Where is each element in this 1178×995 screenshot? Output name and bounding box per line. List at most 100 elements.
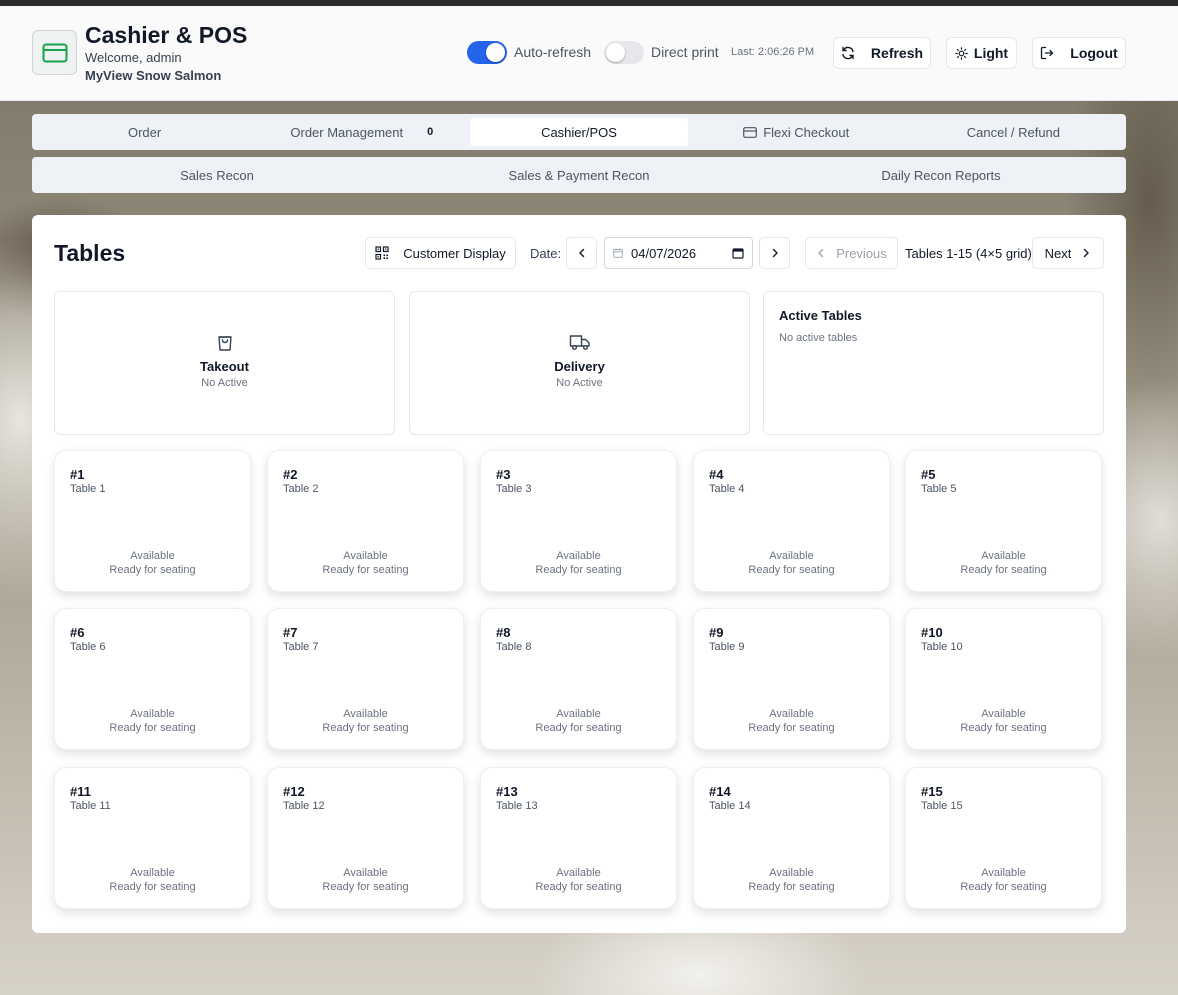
previous-page-button[interactable]: Previous [805, 237, 898, 269]
calendar-icon [613, 248, 623, 258]
table-card[interactable]: #9 Table 9 Available Ready for seating [693, 608, 890, 750]
recon-tabs: Sales Recon Sales & Payment Recon Daily … [32, 157, 1126, 193]
table-card[interactable]: #7 Table 7 Available Ready for seating [267, 608, 464, 750]
tab-label: Cashier/POS [541, 124, 617, 140]
table-number: #2 [283, 467, 298, 482]
next-day-button[interactable] [759, 237, 790, 269]
logout-button[interactable]: Logout [1032, 37, 1126, 69]
qr-code-icon [375, 246, 389, 260]
table-card[interactable]: #1 Table 1 Available Ready for seating [54, 450, 251, 592]
tab-cancel-refund[interactable]: Cancel / Refund [905, 118, 1122, 146]
table-name: Table 3 [496, 483, 532, 495]
chevron-left-icon [577, 248, 587, 258]
table-name: Table 5 [921, 483, 957, 495]
table-name: Table 10 [921, 641, 963, 653]
table-card[interactable]: #14 Table 14 Available Ready for seating [693, 767, 890, 909]
main-tabs: Order Order Management 0 Cashier/POS Flex… [32, 114, 1126, 150]
table-number: #9 [709, 625, 724, 640]
table-status: Available [343, 867, 388, 879]
table-status-sub: Ready for seating [109, 722, 196, 734]
table-card[interactable]: #6 Table 6 Available Ready for seating [54, 608, 251, 750]
table-status: Available [556, 867, 601, 879]
tab-sales-payment-recon[interactable]: Sales & Payment Recon [398, 161, 760, 189]
table-card[interactable]: #4 Table 4 Available Ready for seating [693, 450, 890, 592]
tab-daily-recon-reports[interactable]: Daily Recon Reports [760, 161, 1122, 189]
table-status: Available [769, 708, 814, 720]
active-tables-status: No active tables [779, 332, 858, 344]
tab-label: Sales Recon [180, 167, 254, 183]
table-number: #7 [283, 625, 298, 640]
table-name: Table 2 [283, 483, 319, 495]
date-field[interactable]: 04/07/2026 [604, 237, 753, 269]
app-header: Cashier & POS Welcome, admin MyView Snow… [0, 6, 1178, 101]
toggle-knob [606, 43, 625, 62]
tables-panel: Tables Customer Display Date: 04/07/2026… [32, 215, 1126, 933]
customer-display-button[interactable]: Customer Display [365, 237, 516, 269]
table-number: #6 [70, 625, 85, 640]
chevron-right-icon [770, 248, 780, 258]
direct-print-toggle[interactable] [604, 41, 644, 64]
customer-display-label: Customer Display [403, 245, 506, 261]
direct-print-label: Direct print [651, 44, 719, 60]
delivery-status: No Active [556, 377, 603, 389]
refresh-icon [841, 46, 855, 60]
chevron-left-icon [816, 248, 826, 258]
table-number: #5 [921, 467, 936, 482]
date-label: Date: [530, 246, 562, 261]
table-card[interactable]: #3 Table 3 Available Ready for seating [480, 450, 677, 592]
active-tables-title: Active Tables [779, 308, 862, 323]
table-status: Available [130, 550, 175, 562]
tab-label: Cancel / Refund [966, 124, 1061, 140]
table-name: Table 13 [496, 800, 538, 812]
refresh-button[interactable]: Refresh [833, 37, 931, 69]
table-status-sub: Ready for seating [109, 881, 196, 893]
table-card[interactable]: #13 Table 13 Available Ready for seating [480, 767, 677, 909]
table-status: Available [130, 708, 175, 720]
prev-day-button[interactable] [566, 237, 597, 269]
logout-icon [1040, 46, 1054, 60]
date-picker-icon[interactable] [732, 247, 744, 259]
table-name: Table 9 [709, 641, 745, 653]
takeout-status: No Active [201, 377, 248, 389]
theme-label: Light [973, 45, 1009, 61]
table-card[interactable]: #2 Table 2 Available Ready for seating [267, 450, 464, 592]
table-card[interactable]: #15 Table 15 Available Ready for seating [905, 767, 1102, 909]
tab-label: Sales & Payment Recon [508, 167, 650, 183]
refresh-label: Refresh [870, 45, 924, 61]
chevron-right-icon [1081, 248, 1091, 258]
table-card[interactable]: #5 Table 5 Available Ready for seating [905, 450, 1102, 592]
table-status: Available [769, 867, 814, 879]
table-number: #15 [921, 784, 943, 799]
table-name: Table 6 [70, 641, 106, 653]
tab-cashier-pos[interactable]: Cashier/POS [470, 118, 688, 146]
table-status: Available [343, 708, 388, 720]
tab-flexi-checkout[interactable]: Flexi Checkout [688, 118, 905, 146]
delivery-card[interactable]: Delivery No Active [409, 291, 750, 435]
table-status: Available [130, 867, 175, 879]
table-number: #3 [496, 467, 511, 482]
takeout-card[interactable]: Takeout No Active [54, 291, 395, 435]
sun-icon [955, 46, 968, 60]
table-status: Available [981, 550, 1026, 562]
tab-order[interactable]: Order [36, 118, 253, 146]
table-card[interactable]: #12 Table 12 Available Ready for seating [267, 767, 464, 909]
next-page-button[interactable]: Next [1032, 237, 1104, 269]
theme-button[interactable]: Light [946, 37, 1017, 69]
table-status: Available [981, 867, 1026, 879]
table-number: #13 [496, 784, 518, 799]
pos-logo [32, 30, 77, 75]
table-name: Table 11 [70, 800, 111, 812]
table-status-sub: Ready for seating [748, 564, 835, 576]
table-name: Table 4 [709, 483, 745, 495]
table-number: #8 [496, 625, 511, 640]
logout-label: Logout [1070, 45, 1118, 61]
table-card[interactable]: #8 Table 8 Available Ready for seating [480, 608, 677, 750]
table-card[interactable]: #11 Table 11 Available Ready for seating [54, 767, 251, 909]
table-card[interactable]: #10 Table 10 Available Ready for seating [905, 608, 1102, 750]
tab-label: Daily Recon Reports [881, 167, 1001, 183]
auto-refresh-toggle[interactable] [467, 41, 507, 64]
tab-sales-recon[interactable]: Sales Recon [36, 161, 398, 189]
next-label: Next [1044, 245, 1072, 261]
tab-order-management[interactable]: Order Management 0 [253, 118, 470, 146]
tables-range-label: Tables 1-15 (4×5 grid) [905, 246, 1032, 261]
